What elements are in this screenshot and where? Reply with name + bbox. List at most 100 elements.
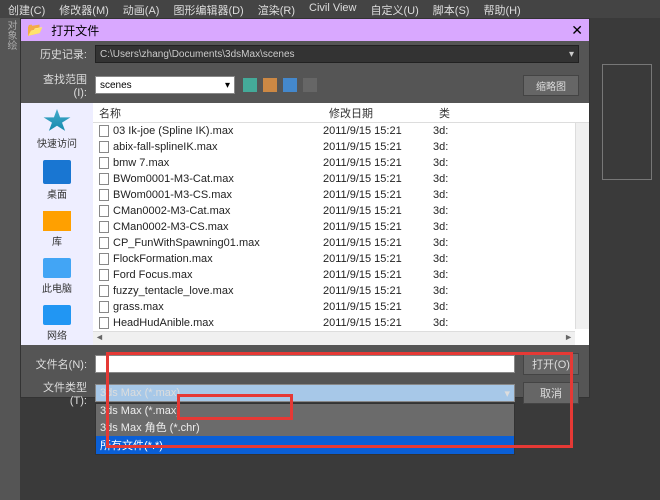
- thumbnail-button[interactable]: 缩略图: [523, 75, 579, 96]
- file-type: 3d:: [433, 205, 463, 217]
- file-row[interactable]: HeadHudAnible.max2011/9/15 15:213d:: [93, 315, 589, 329]
- menu-item[interactable]: 帮助(H): [483, 2, 520, 16]
- file-icon: [99, 237, 109, 249]
- file-row[interactable]: BWom0001-M3-Cat.max 2011/9/15 15:213d:: [93, 171, 589, 187]
- file-icon: [99, 157, 109, 169]
- filetype-dropdown-list: 3ds Max (*.max) 3ds Max 角色 (*.chr) 所有文件(…: [95, 403, 515, 455]
- sidebar-item[interactable]: 此电脑: [42, 258, 72, 295]
- folder-label: 查找范围(I):: [31, 71, 87, 99]
- filename-input[interactable]: [95, 355, 515, 373]
- sidebar-item-label: 库: [52, 233, 62, 248]
- file-type: 3d:: [433, 301, 463, 313]
- file-type: 3d:: [433, 237, 463, 249]
- view-icon[interactable]: [303, 78, 317, 92]
- file-type: 3d:: [433, 173, 463, 185]
- file-icon: [99, 205, 109, 217]
- menu-item[interactable]: 创建(C): [8, 2, 45, 16]
- dialog-title-bar[interactable]: 📂 打开文件 ✕: [21, 19, 589, 41]
- file-date: 2011/9/15 15:21: [323, 301, 433, 313]
- filetype-option[interactable]: 所有文件(*.*): [96, 436, 514, 454]
- menu-item[interactable]: 动画(A): [123, 2, 160, 16]
- file-date: 2011/9/15 15:21: [323, 221, 433, 233]
- menu-item[interactable]: 修改器(M): [59, 2, 109, 16]
- file-type: 3d:: [433, 253, 463, 265]
- file-date: 2011/9/15 15:21: [323, 157, 433, 169]
- filename-label: 文件名(N):: [31, 356, 87, 372]
- menu-item[interactable]: 脚本(S): [433, 2, 470, 16]
- menu-item[interactable]: Civil View: [309, 2, 356, 16]
- file-row[interactable]: 03 Ik-joe (Spline IK).max2011/9/15 15:21…: [93, 123, 589, 139]
- dialog-title: 打开文件: [51, 22, 563, 39]
- file-name: Ford Focus.max: [113, 269, 192, 281]
- cancel-button[interactable]: 取消: [523, 382, 579, 404]
- file-row[interactable]: CP_FunWithSpawning01.max2011/9/15 15:213…: [93, 235, 589, 251]
- history-dropdown[interactable]: C:\Users\zhang\Documents\3dsMax\scenes▾: [95, 45, 579, 63]
- file-date: 2011/9/15 15:21: [323, 173, 433, 185]
- file-rows: 03 Ik-joe (Spline IK).max 2011/9/15 15:21…: [93, 123, 589, 329]
- scrollbar-vertical[interactable]: [575, 123, 589, 329]
- file-date: 2011/9/15 15:21: [323, 189, 433, 201]
- file-type: 3d:: [433, 141, 463, 153]
- file-icon: [99, 317, 109, 329]
- file-name: BWom0001-M3-CS.max: [113, 189, 232, 201]
- newfolder-icon[interactable]: [283, 78, 297, 92]
- file-list-header[interactable]: 名称 修改日期 类: [93, 103, 589, 123]
- sidebar-item[interactable]: 桌面: [43, 160, 71, 201]
- sidebar-item-label: 桌面: [47, 186, 67, 201]
- ic-net-icon: [43, 305, 71, 325]
- ic-lib-icon: [43, 211, 71, 231]
- sidebar-item[interactable]: 快速访问: [37, 109, 77, 150]
- file-row[interactable]: grass.max2011/9/15 15:213d:: [93, 299, 589, 315]
- file-row[interactable]: Ford Focus.max 2011/9/15 15:213d:: [93, 267, 589, 283]
- chevron-down-icon: ▾: [225, 80, 230, 91]
- file-row[interactable]: CMan0002-M3-CS.max2011/9/15 15:213d:: [93, 219, 589, 235]
- menu-item[interactable]: 图形编辑器(D): [173, 2, 243, 16]
- file-row[interactable]: BWom0001-M3-CS.max 2011/9/15 15:213d:: [93, 187, 589, 203]
- menu-item[interactable]: 自定义(U): [371, 2, 419, 16]
- column-type[interactable]: 类: [433, 103, 463, 123]
- close-button[interactable]: ✕: [571, 22, 583, 39]
- file-date: 2011/9/15 15:21: [323, 237, 433, 249]
- file-row[interactable]: fuzzy_tentacle_love.max2011/9/15 15:213d…: [93, 283, 589, 299]
- file-icon: [99, 269, 109, 281]
- open-button[interactable]: 打开(O): [523, 353, 579, 375]
- file-row[interactable]: CMan0002-M3-Cat.max2011/9/15 15:213d:: [93, 203, 589, 219]
- file-icon: [99, 141, 109, 153]
- file-type: 3d:: [433, 189, 463, 201]
- scrollbar-horizontal[interactable]: [93, 331, 575, 345]
- sidebar-item[interactable]: 网络: [43, 305, 71, 342]
- back-icon[interactable]: [243, 78, 257, 92]
- file-date: 2011/9/15 15:21: [323, 269, 433, 281]
- filetype-value: 3ds Max (*.max): [100, 387, 180, 399]
- file-name: abix-fall-splineIK.max: [113, 141, 218, 153]
- column-date[interactable]: 修改日期: [323, 103, 433, 123]
- file-type: 3d:: [433, 125, 463, 137]
- file-name: BWom0001-M3-Cat.max: [113, 173, 234, 185]
- file-row[interactable]: bmw 7.max2011/9/15 15:213d:: [93, 155, 589, 171]
- up-icon[interactable]: [263, 78, 277, 92]
- folder-dropdown[interactable]: scenes ▾: [95, 76, 235, 94]
- history-value: C:\Users\zhang\Documents\3dsMax\scenes: [100, 49, 295, 60]
- file-date: 2011/9/15 15:21: [323, 253, 433, 265]
- file-name: 03 Ik-joe (Spline IK).max: [113, 125, 233, 137]
- file-icon: [99, 221, 109, 233]
- file-icon: [99, 301, 109, 313]
- file-date: 2011/9/15 15:21: [323, 205, 433, 217]
- column-name[interactable]: 名称: [93, 103, 323, 123]
- ic-pc-icon: [43, 258, 71, 278]
- file-row[interactable]: FlockFormation.max2011/9/15 15:213d:: [93, 251, 589, 267]
- folder-value: scenes: [100, 80, 132, 91]
- file-icon: [99, 253, 109, 265]
- file-type: 3d:: [433, 269, 463, 281]
- file-type: 3d:: [433, 317, 463, 329]
- file-name: fuzzy_tentacle_love.max: [113, 285, 233, 297]
- sidebar-item-label: 此电脑: [42, 280, 72, 295]
- filetype-option[interactable]: 3ds Max 角色 (*.chr): [96, 418, 514, 436]
- menu-item[interactable]: 渲染(R): [258, 2, 295, 16]
- file-row[interactable]: abix-fall-splineIK.max2011/9/15 15:213d:: [93, 139, 589, 155]
- places-sidebar: 快速访问桌面库此电脑网络: [21, 103, 93, 345]
- filetype-option[interactable]: 3ds Max (*.max): [96, 404, 514, 418]
- ic-desktop-icon: [43, 160, 71, 184]
- sidebar-item[interactable]: 库: [43, 211, 71, 248]
- filetype-combo[interactable]: 3ds Max (*.max)▾ 3ds Max (*.max) 3ds Max…: [95, 384, 515, 402]
